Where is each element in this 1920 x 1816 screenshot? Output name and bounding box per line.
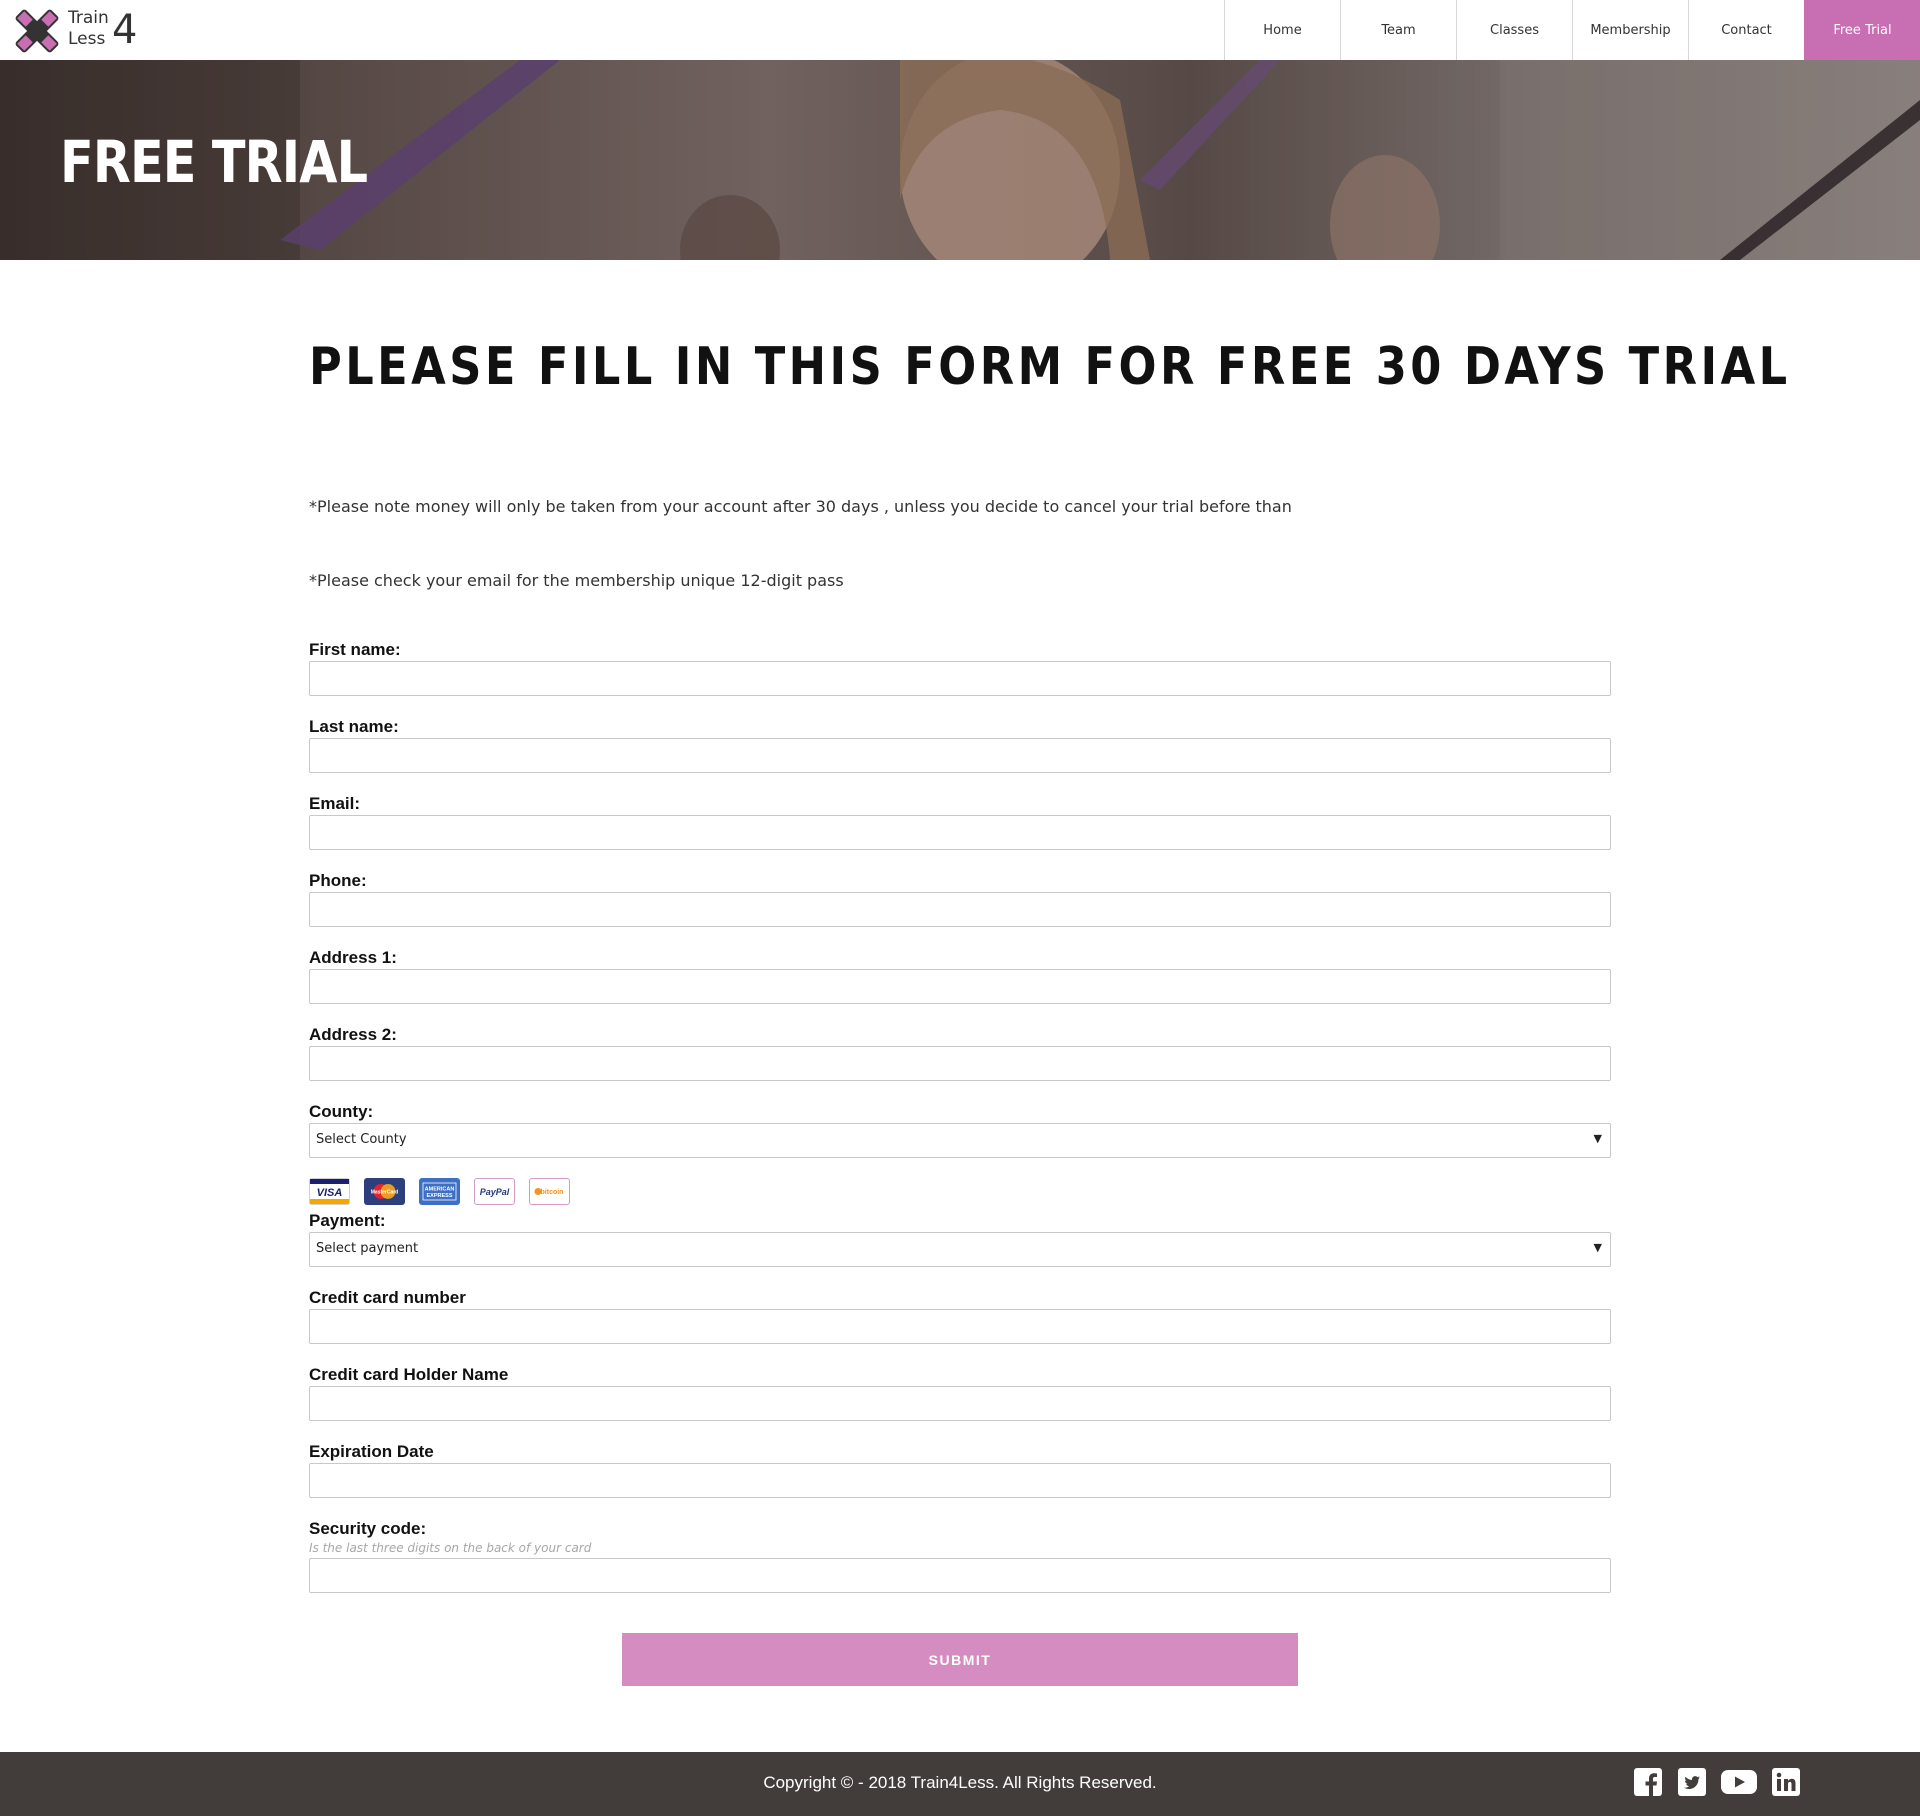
svg-text:VISA: VISA (317, 1187, 343, 1199)
cc-holder-label: Credit card Holder Name (309, 1365, 509, 1384)
address1-field[interactable] (309, 969, 1611, 1004)
caret-down-icon: ▼ (1593, 1241, 1602, 1254)
payment-label: Payment: (309, 1211, 386, 1230)
paypal-icon: PayPal (474, 1178, 515, 1205)
dumbbell-logo-icon (15, 9, 59, 53)
email-field[interactable] (309, 815, 1611, 850)
address2-field[interactable] (309, 1046, 1611, 1081)
social-links (1633, 1767, 1801, 1797)
note-email-pass: *Please check your email for the members… (309, 571, 844, 590)
first-name-field[interactable] (309, 661, 1611, 696)
main-nav: Home Team Classes Membership Contact Fre… (1224, 0, 1920, 60)
expiration-field[interactable] (309, 1463, 1611, 1498)
mastercard-icon: MasterCard (364, 1178, 405, 1205)
county-selected-value: Select County (316, 1132, 407, 1147)
logo-word-train: Train (68, 8, 109, 28)
caret-down-icon: ▼ (1593, 1132, 1602, 1145)
phone-field[interactable] (309, 892, 1611, 927)
last-name-label: Last name: (309, 717, 399, 736)
security-code-label: Security code: (309, 1519, 427, 1538)
email-label: Email: (309, 794, 361, 813)
payment-selected-value: Select payment (316, 1241, 419, 1256)
nav-team[interactable]: Team (1340, 0, 1456, 60)
logo-number: 4 (112, 7, 138, 53)
expiration-label: Expiration Date (309, 1442, 434, 1461)
logo[interactable]: Train Less 4 (8, 4, 148, 58)
first-name-label: First name: (309, 640, 401, 659)
logo-wordmark: Train Less (68, 8, 109, 50)
nav-free-trial[interactable]: Free Trial (1804, 0, 1920, 60)
cc-number-label: Credit card number (309, 1288, 466, 1307)
county-select[interactable]: Select County ▼ (309, 1123, 1611, 1158)
address2-label: Address 2: (309, 1025, 397, 1044)
last-name-field[interactable] (309, 738, 1611, 773)
address1-label: Address 1: (309, 948, 397, 967)
svg-text:MasterCard: MasterCard (371, 1190, 399, 1196)
page-title: PLEASE FILL IN THIS FORM FOR FREE 30 DAY… (309, 337, 1791, 397)
cc-number-field[interactable] (309, 1309, 1611, 1344)
security-code-hint: Is the last three digits on the back of … (309, 1541, 592, 1555)
logo-word-less: Less (68, 29, 106, 49)
note-billing: *Please note money will only be taken fr… (309, 497, 1292, 516)
site-header: Train Less 4 Home Team Classes Membershi… (0, 0, 1920, 61)
svg-text:bitcoin: bitcoin (541, 1189, 564, 1196)
facebook-icon[interactable] (1633, 1767, 1663, 1797)
site-footer: Copyright © - 2018 Train4Less. All Right… (0, 1752, 1920, 1816)
svg-text:AMERICAN: AMERICAN (425, 1187, 455, 1193)
payment-select[interactable]: Select payment ▼ (309, 1232, 1611, 1267)
bitcoin-icon: bitcoin (529, 1178, 570, 1205)
nav-classes[interactable]: Classes (1456, 0, 1572, 60)
phone-label: Phone: (309, 871, 367, 890)
linkedin-icon[interactable] (1771, 1767, 1801, 1797)
nav-contact[interactable]: Contact (1688, 0, 1804, 60)
submit-button[interactable]: SUBMIT (622, 1633, 1298, 1686)
american-express-icon: AMERICAN EXPRESS (419, 1178, 460, 1205)
twitter-icon[interactable] (1677, 1767, 1707, 1797)
nav-home[interactable]: Home (1224, 0, 1340, 60)
cc-holder-field[interactable] (309, 1386, 1611, 1421)
copyright-text: Copyright © - 2018 Train4Less. All Right… (763, 1773, 1157, 1792)
youtube-icon[interactable] (1721, 1767, 1757, 1797)
hero-banner: FREE TRIAL (0, 60, 1920, 260)
svg-text:EXPRESS: EXPRESS (427, 1193, 453, 1199)
svg-text:PayPal: PayPal (480, 1187, 510, 1197)
nav-membership[interactable]: Membership (1572, 0, 1688, 60)
payment-methods: VISA MasterCard AMERICAN EXPRESS PayPal b… (309, 1178, 570, 1205)
hero-title: FREE TRIAL (60, 128, 368, 196)
security-code-field[interactable] (309, 1558, 1611, 1593)
visa-card-icon: VISA (309, 1178, 350, 1205)
county-label: County: (309, 1102, 374, 1121)
